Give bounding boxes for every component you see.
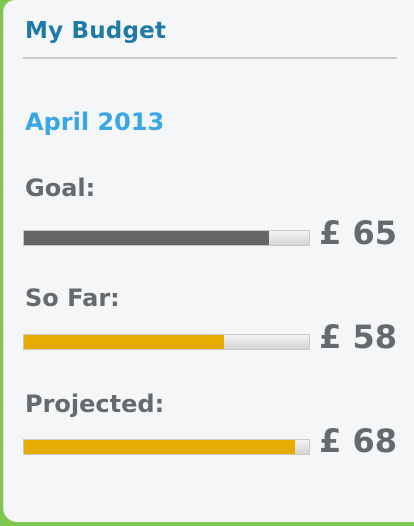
projected-bar (23, 439, 310, 455)
budget-card: My Budget April 2013 Goal: £ 65 So Far: … (3, 0, 414, 522)
title-divider (23, 57, 397, 59)
projected-label: Projected: (25, 390, 165, 418)
goal-label: Goal: (25, 174, 96, 202)
goal-bar-fill (24, 231, 270, 245)
budget-period: April 2013 (25, 108, 165, 136)
projected-bar-fill (24, 440, 295, 454)
so-far-bar-fill (24, 335, 224, 349)
widget-title: My Budget (25, 18, 167, 44)
so-far-label: So Far: (25, 284, 120, 312)
goal-bar (23, 230, 310, 246)
goal-amount: £ 65 (319, 214, 397, 252)
so-far-amount: £ 58 (319, 318, 397, 356)
so-far-bar (23, 334, 310, 350)
projected-amount: £ 68 (319, 422, 397, 460)
